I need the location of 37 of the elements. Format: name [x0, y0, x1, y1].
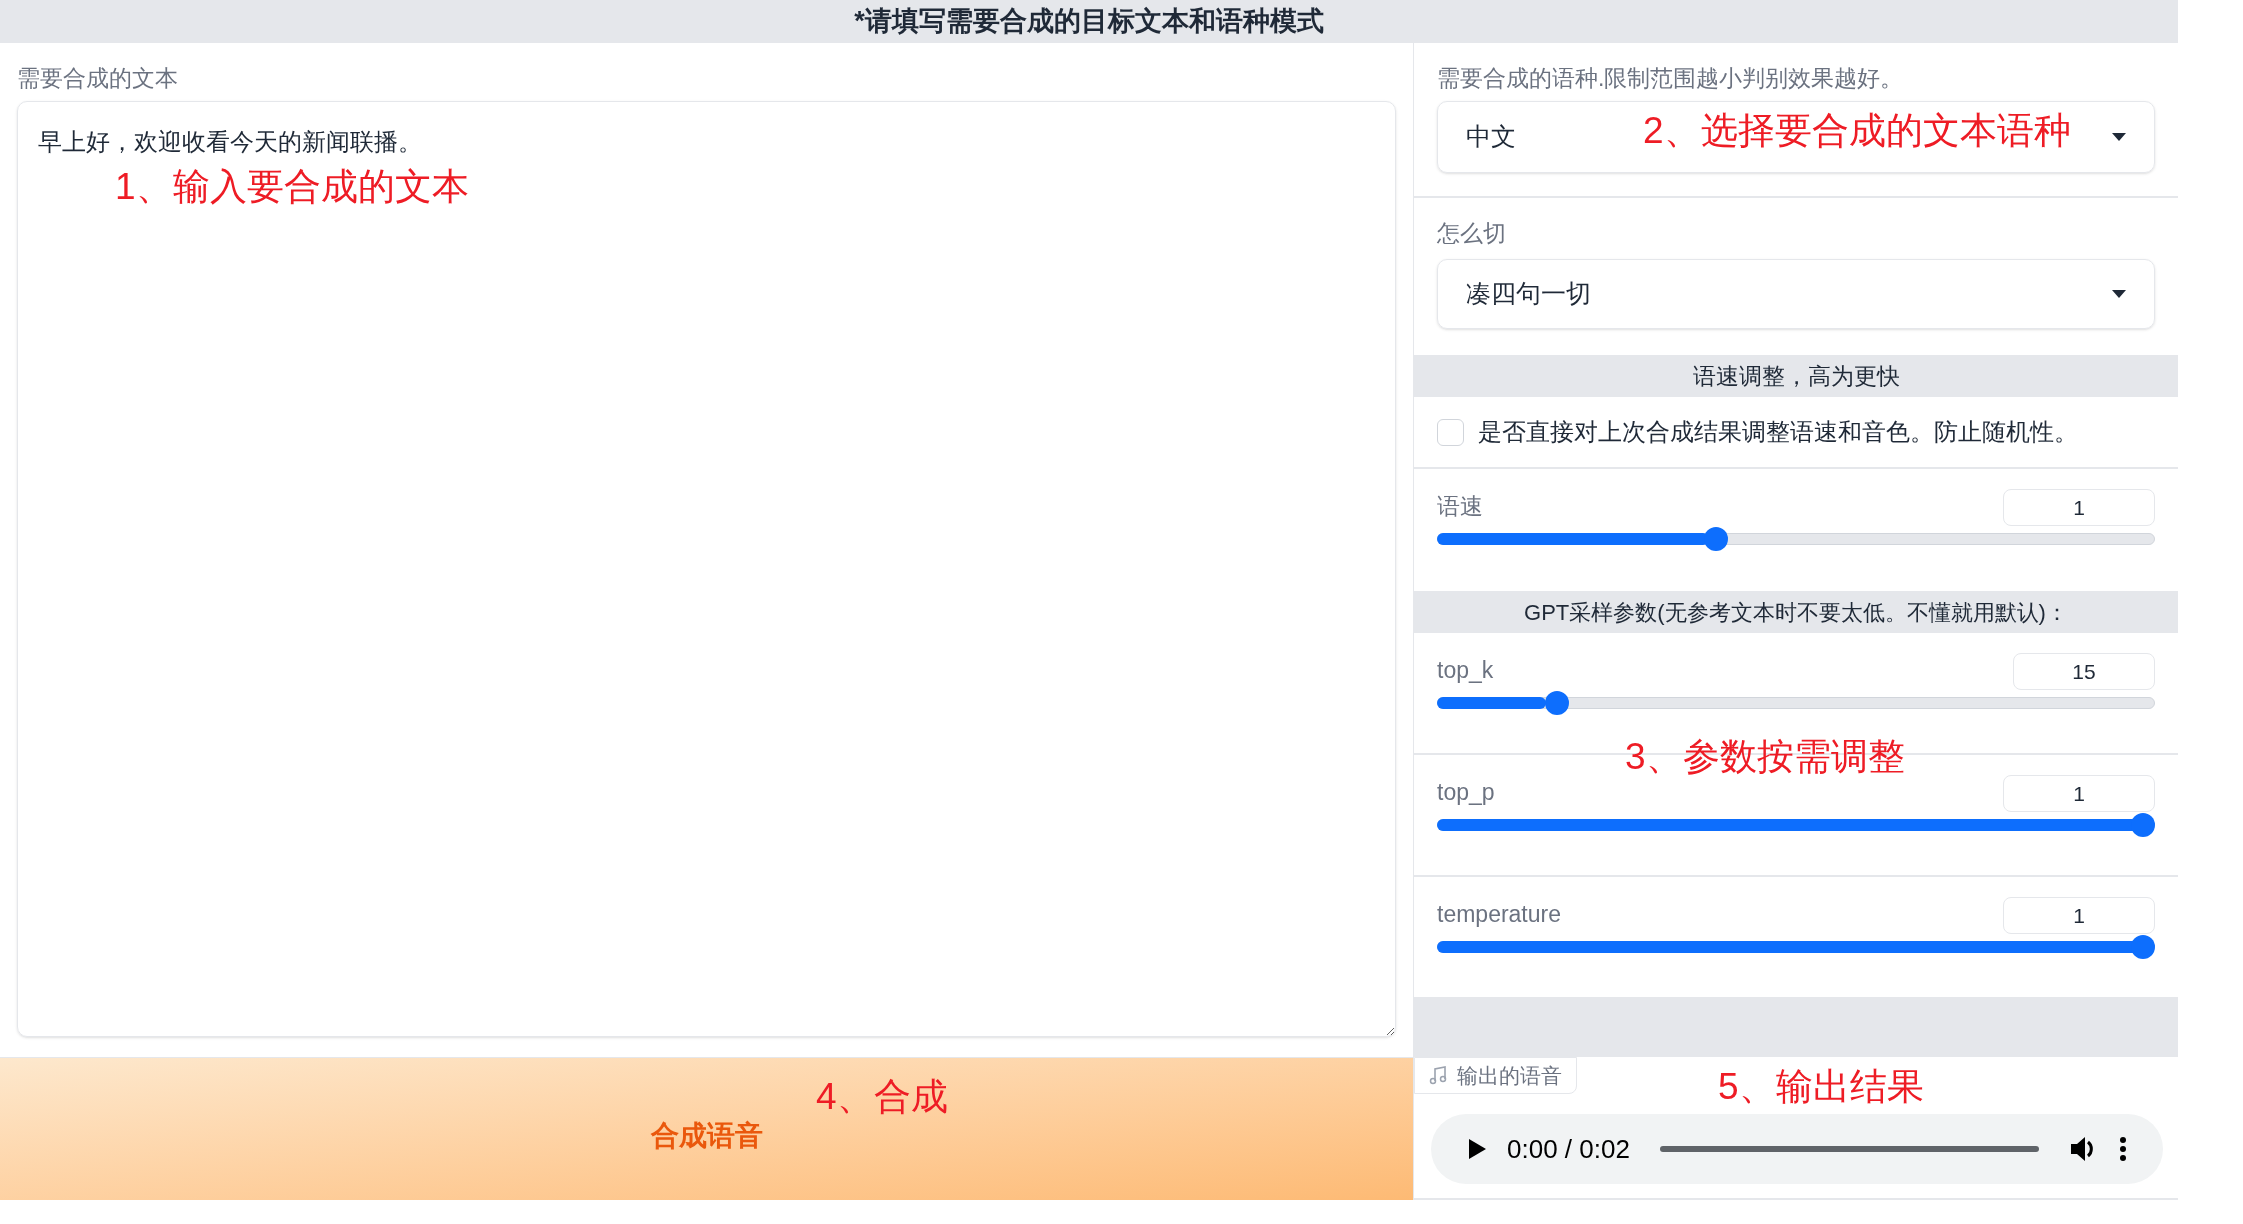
section-title: GPT采样参数(无参考文本时不要太低。不懂就用默认)：	[1524, 598, 2068, 627]
number-input[interactable]: 1	[2003, 897, 2155, 934]
slider-thumb[interactable]	[2131, 935, 2155, 959]
number-input[interactable]: 15	[2013, 653, 2155, 690]
annotation-text: 5、输出结果	[1718, 1068, 1924, 1105]
slider[interactable]	[1437, 527, 2155, 551]
page-title: *请填写需要合成的目标文本和语种模式	[854, 5, 1324, 39]
slider[interactable]	[1437, 935, 2155, 959]
slider-thumb[interactable]	[2131, 813, 2155, 837]
slider-label: 语速	[1437, 492, 1483, 521]
slider-label: temperature	[1437, 900, 1561, 929]
slider-thumb[interactable]	[1544, 691, 1569, 715]
number-input[interactable]: 1	[2003, 489, 2155, 526]
field-label: 怎么切	[1437, 219, 1507, 248]
section-title: 语速调整，高为更快	[1692, 361, 1900, 391]
field-label: 需要合成的文本	[17, 64, 179, 93]
more-icon[interactable]	[2119, 1136, 2127, 1162]
play-icon[interactable]	[1467, 1137, 1487, 1161]
caret-icon	[2112, 290, 2126, 298]
slider[interactable]	[1437, 813, 2155, 837]
number-input[interactable]: 1	[2003, 775, 2155, 812]
annotation-text: 3、参数按需调整	[1625, 738, 1905, 775]
annotation-text: 2、选择要合成的文本语种	[1643, 112, 2071, 149]
slider[interactable]	[1437, 691, 2155, 715]
split-dropdown[interactable]: 凑四句一切	[1437, 259, 2155, 329]
slider-thumb[interactable]	[1704, 527, 1729, 551]
annotation-text: 1、输入要合成的文本	[115, 168, 469, 205]
slider-label: top_k	[1437, 656, 1494, 685]
checkbox[interactable]	[1437, 418, 1464, 446]
output-label: 输出的语音	[1414, 1057, 1577, 1094]
music-note-icon	[1429, 1065, 1447, 1086]
caret-icon	[2112, 133, 2126, 141]
time-text: 0:00 / 0:02	[1507, 1132, 1630, 1166]
checkbox-label: 是否直接对上次合成结果调整语速和音色。防止随机性。	[1478, 417, 2078, 447]
field-label: 需要合成的语种.限制范围越小判别效果越好。	[1437, 64, 1905, 93]
slider-label: top_p	[1437, 778, 1495, 807]
annotation-text: 4、合成	[816, 1078, 948, 1115]
